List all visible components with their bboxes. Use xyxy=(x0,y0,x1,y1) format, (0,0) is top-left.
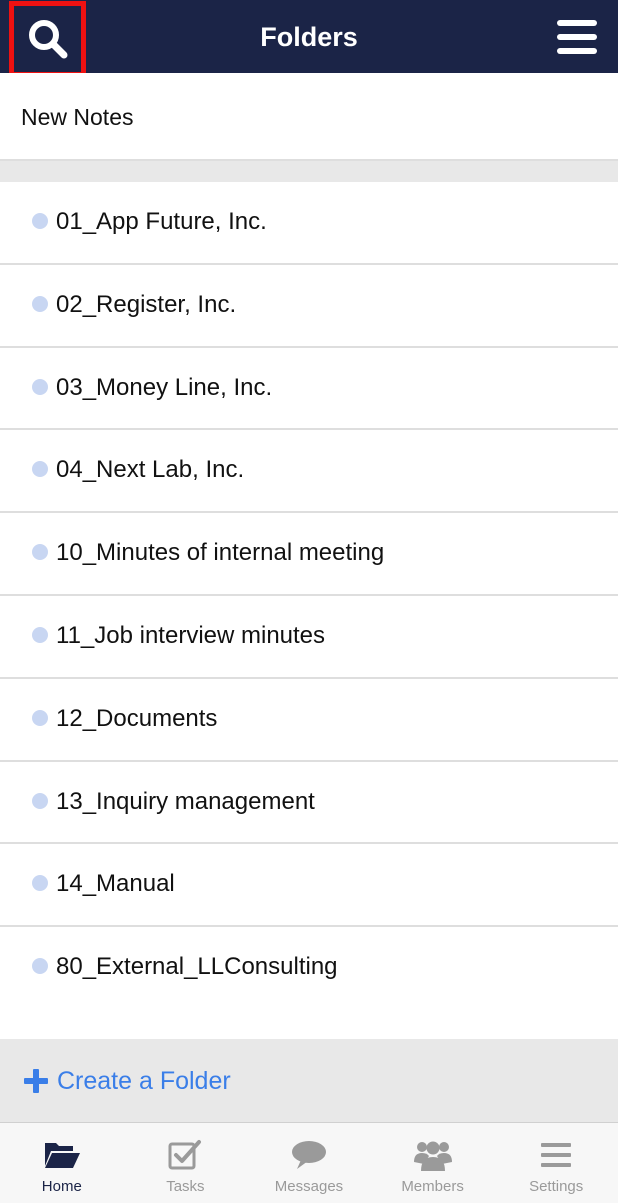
menu-line xyxy=(557,34,597,40)
menu-line xyxy=(557,20,597,26)
tab-home[interactable]: Home xyxy=(0,1123,124,1203)
plus-icon xyxy=(24,1069,48,1093)
folder-item[interactable]: 11_Job interview minutes xyxy=(0,595,618,679)
create-folder-bar: Create a Folder xyxy=(0,1039,618,1122)
folder-item[interactable]: 80_External_LLConsulting xyxy=(0,927,618,1010)
folder-item[interactable]: 01_App Future, Inc. xyxy=(0,182,618,265)
folder-item[interactable]: 04_Next Lab, Inc. xyxy=(0,430,618,514)
folder-label: 02_Register, Inc. xyxy=(56,290,237,318)
folder-label: 14_Manual xyxy=(56,870,175,898)
menu-line xyxy=(557,48,597,54)
tab-members[interactable]: Members xyxy=(371,1123,495,1203)
list-icon xyxy=(536,1137,576,1173)
folder-open-icon xyxy=(42,1137,82,1173)
tab-settings[interactable]: Settings xyxy=(494,1123,618,1203)
folder-label: 04_Next Lab, Inc. xyxy=(56,456,245,484)
tab-label: Settings xyxy=(529,1178,584,1195)
folder-label: 13_Inquiry management xyxy=(56,787,315,815)
folder-label: 10_Minutes of internal meeting xyxy=(56,539,385,567)
hamburger-menu-icon[interactable] xyxy=(557,20,597,54)
create-folder-label: Create a Folder xyxy=(57,1067,231,1095)
folder-dot-icon xyxy=(32,875,48,892)
page-title: Folders xyxy=(260,22,358,52)
folder-list: 01_App Future, Inc. 02_Register, Inc. 03… xyxy=(0,182,618,1010)
folder-dot-icon xyxy=(32,295,48,312)
app-screen: Folders New Notes 01_App Future, Inc. 02… xyxy=(0,0,618,1203)
top-nav-bar: Folders xyxy=(0,0,618,77)
folder-dot-icon xyxy=(32,792,48,809)
folder-label: 11_Job interview minutes xyxy=(56,621,326,649)
tab-label: Home xyxy=(41,1178,82,1195)
folder-dot-icon xyxy=(32,626,48,643)
new-notes-row[interactable]: New Notes xyxy=(0,73,618,161)
create-folder-button[interactable]: Create a Folder xyxy=(24,1066,231,1096)
checkbox-icon xyxy=(165,1137,205,1173)
tab-tasks[interactable]: Tasks xyxy=(124,1123,248,1203)
folder-label: 80_External_LLConsulting xyxy=(56,953,338,981)
tab-label: Messages xyxy=(274,1178,344,1195)
folder-dot-icon xyxy=(32,544,48,561)
section-separator xyxy=(0,161,618,182)
new-notes-label: New Notes xyxy=(21,104,134,130)
folder-dot-icon xyxy=(32,709,48,726)
folder-label: 12_Documents xyxy=(56,704,218,732)
folder-item[interactable]: 14_Manual xyxy=(0,844,618,928)
speech-bubble-icon xyxy=(289,1137,329,1173)
tab-messages[interactable]: Messages xyxy=(247,1123,371,1203)
folder-dot-icon xyxy=(32,213,48,229)
folder-item[interactable]: 10_Minutes of internal meeting xyxy=(0,513,618,596)
list-footer-space xyxy=(0,1007,618,1039)
people-icon xyxy=(413,1137,453,1173)
folder-item[interactable]: 13_Inquiry management xyxy=(0,761,618,845)
folder-dot-icon xyxy=(32,378,48,395)
folder-label: 01_App Future, Inc. xyxy=(56,208,267,235)
folder-item[interactable]: 12_Documents xyxy=(0,678,618,762)
folder-dot-icon xyxy=(32,461,48,478)
tab-label: Members xyxy=(401,1178,464,1195)
bottom-tab-bar: Home Tasks Messages Members Settings xyxy=(0,1122,618,1203)
folder-label: 03_Money Line, Inc. xyxy=(56,373,273,401)
folder-item[interactable]: 03_Money Line, Inc. xyxy=(0,347,618,431)
folder-item[interactable]: 02_Register, Inc. xyxy=(0,264,618,348)
folder-dot-icon xyxy=(32,958,48,975)
tab-label: Tasks xyxy=(166,1178,205,1195)
